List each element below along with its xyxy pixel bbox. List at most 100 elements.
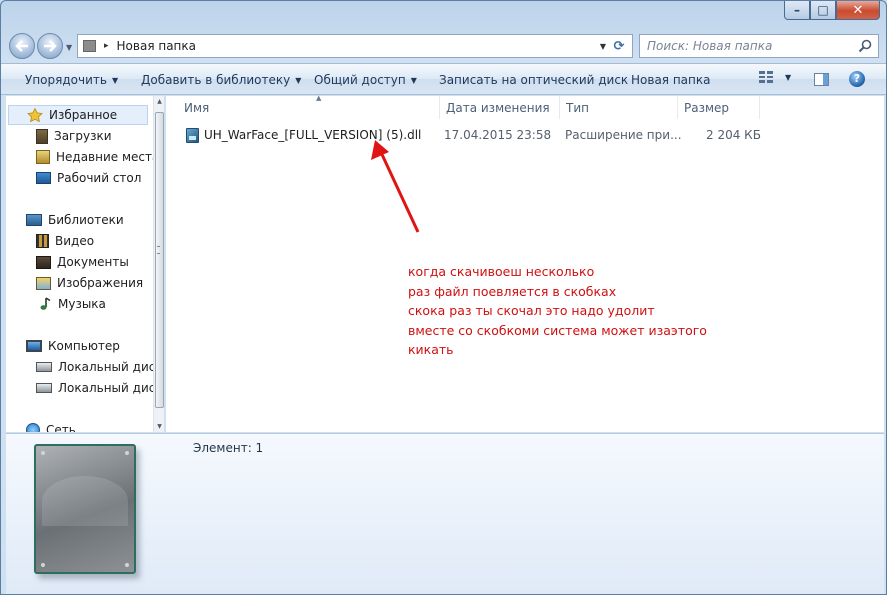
- downloads-folder-icon: [36, 128, 48, 144]
- minimize-button[interactable]: –: [784, 1, 810, 20]
- file-date: 17.04.2015 23:58: [444, 128, 552, 142]
- search-icon[interactable]: [858, 39, 872, 53]
- documents-icon: [36, 255, 51, 269]
- drive-icon: [36, 362, 52, 372]
- sidebar-item-music[interactable]: Музыка: [6, 294, 106, 314]
- scrollbar-thumb[interactable]: [155, 112, 164, 408]
- maximize-button[interactable]: □: [810, 1, 836, 20]
- sidebar-item-video[interactable]: Видео: [6, 231, 94, 251]
- drive-icon: [36, 383, 52, 393]
- sidebar-item-local-disk-1[interactable]: Локальный диск: [6, 357, 163, 377]
- libraries-icon: [26, 214, 42, 226]
- sidebar-label: Музыка: [58, 297, 106, 311]
- column-header-label: Имя: [184, 100, 210, 115]
- folder-thumbnail-icon: [34, 444, 136, 574]
- file-type: Расширение при...: [565, 128, 682, 142]
- breadcrumb-separator[interactable]: ▸: [104, 41, 109, 51]
- close-button[interactable]: ✕: [836, 1, 880, 20]
- screw: [125, 451, 129, 455]
- chevron-down-icon: ▼: [295, 76, 302, 85]
- star-icon: [27, 108, 43, 122]
- recent-places-icon: [36, 150, 50, 164]
- burn-button[interactable]: Записать на оптический диск: [439, 73, 628, 87]
- help-icon[interactable]: ?: [849, 71, 865, 87]
- breadcrumb-current[interactable]: Новая папка: [117, 39, 196, 53]
- sidebar-label: Видео: [55, 234, 95, 248]
- address-bar[interactable]: ▸ Новая папка ▼ ⟳: [77, 34, 633, 58]
- sidebar-item-recent[interactable]: Недавние места: [6, 147, 159, 167]
- search-input[interactable]: Поиск: Новая папка: [639, 34, 879, 58]
- sidebar-label: Документы: [57, 255, 129, 269]
- share-button[interactable]: Общий доступ ▼: [314, 73, 417, 87]
- sidebar-label: Рабочий стол: [57, 171, 142, 185]
- chevron-down-icon: ▼: [111, 76, 119, 85]
- navigation-scrollbar[interactable]: ▲ ▼: [153, 96, 164, 432]
- file-list: Имя ▲ Дата изменения Тип Размер UH_WarFa…: [166, 94, 884, 432]
- screw: [125, 563, 129, 567]
- column-header-label: Размер: [684, 100, 730, 115]
- scroll-up-icon[interactable]: ▲: [155, 98, 164, 105]
- table-row[interactable]: UH_WarFace_[FULL_VERSION] (5).dll 17.04.…: [182, 126, 782, 146]
- network-icon: [26, 423, 40, 432]
- column-header-type[interactable]: Тип: [560, 96, 678, 119]
- address-history-dropdown[interactable]: ▼: [600, 42, 606, 51]
- refresh-icon[interactable]: ⟳: [610, 39, 628, 54]
- annotation-line: раз файл поевляется в скобках: [408, 283, 617, 299]
- column-header-date[interactable]: Дата изменения: [440, 96, 560, 119]
- share-label: Общий доступ: [314, 73, 406, 87]
- file-size: 2 204 КБ: [706, 128, 761, 142]
- computer-icon: [26, 340, 42, 352]
- item-count: Элемент: 1: [193, 441, 264, 455]
- views-icon: [759, 71, 773, 83]
- sidebar-item-downloads[interactable]: Загрузки: [6, 126, 112, 146]
- sidebar-item-images[interactable]: Изображения: [6, 273, 143, 293]
- change-view-button[interactable]: ▼: [759, 71, 791, 83]
- sidebar-label: Локальный диск: [58, 381, 163, 395]
- add-to-library-button[interactable]: Добавить в библиотеку ▼: [141, 73, 301, 87]
- preview-pane-icon[interactable]: [814, 73, 829, 86]
- forward-button[interactable]: [37, 33, 63, 59]
- sidebar-item-libraries[interactable]: Библиотеки: [6, 210, 124, 230]
- column-header-size[interactable]: Размер: [678, 96, 760, 119]
- sidebar-item-local-disk-2[interactable]: Локальный диск: [6, 378, 163, 398]
- caption-buttons: – □ ✕: [784, 1, 880, 20]
- sidebar-label: Локальный диск: [58, 360, 163, 374]
- sidebar-label: Сеть: [46, 423, 76, 432]
- sort-ascending-icon: ▲: [316, 94, 322, 102]
- sidebar-item-computer[interactable]: Компьютер: [6, 336, 120, 356]
- column-header-label: Тип: [566, 100, 589, 115]
- chevron-down-icon: ▼: [785, 72, 792, 82]
- sidebar-item-network[interactable]: Сеть: [6, 420, 76, 432]
- scrollbar-grip: [157, 246, 160, 254]
- new-folder-button[interactable]: Новая папка: [631, 73, 710, 87]
- sidebar-item-desktop[interactable]: Рабочий стол: [6, 168, 141, 188]
- annotation-line: скока раз ты скочал это надо удолит: [408, 303, 655, 318]
- screw: [41, 451, 45, 455]
- sidebar-label: Загрузки: [54, 129, 112, 143]
- video-icon: [36, 234, 49, 248]
- back-button[interactable]: [9, 33, 35, 59]
- chevron-down-icon: ▼: [410, 76, 417, 85]
- explorer-window: – □ ✕ ▼ ▸ Новая папка ▼ ⟳ Поиск: Новая п…: [0, 0, 887, 595]
- sidebar-item-favorites[interactable]: Избранное: [8, 105, 148, 125]
- annotation-note: когда скачивоеш несколько раз файл поевл…: [408, 262, 707, 360]
- column-header-label: Дата изменения: [446, 100, 550, 115]
- desktop-icon: [36, 172, 51, 184]
- command-bar: Упорядочить ▼ Добавить в библиотеку ▼ Общи…: [1, 63, 886, 95]
- sidebar-item-documents[interactable]: Документы: [6, 252, 129, 272]
- column-header-name[interactable]: Имя ▲: [178, 94, 440, 119]
- back-arrow-icon: [15, 40, 28, 52]
- recent-pages-dropdown[interactable]: ▼: [66, 43, 72, 52]
- scroll-down-icon[interactable]: ▼: [155, 423, 164, 430]
- images-icon: [36, 276, 51, 290]
- add-library-label: Добавить в библиотеку: [141, 73, 291, 87]
- details-pane: Элемент: 1: [6, 433, 884, 594]
- organize-label: Упорядочить: [25, 73, 107, 87]
- address-row: ▼ ▸ Новая папка ▼ ⟳ Поиск: Новая папка: [1, 29, 886, 63]
- search-placeholder: Поиск: Новая папка: [647, 39, 773, 53]
- screw: [41, 563, 45, 567]
- sidebar-label: Библиотеки: [48, 213, 124, 227]
- organize-button[interactable]: Упорядочить ▼: [25, 73, 118, 87]
- dll-file-icon: [186, 128, 199, 143]
- annotation-line: вместе со скобкоми система может изаэтог…: [408, 322, 707, 338]
